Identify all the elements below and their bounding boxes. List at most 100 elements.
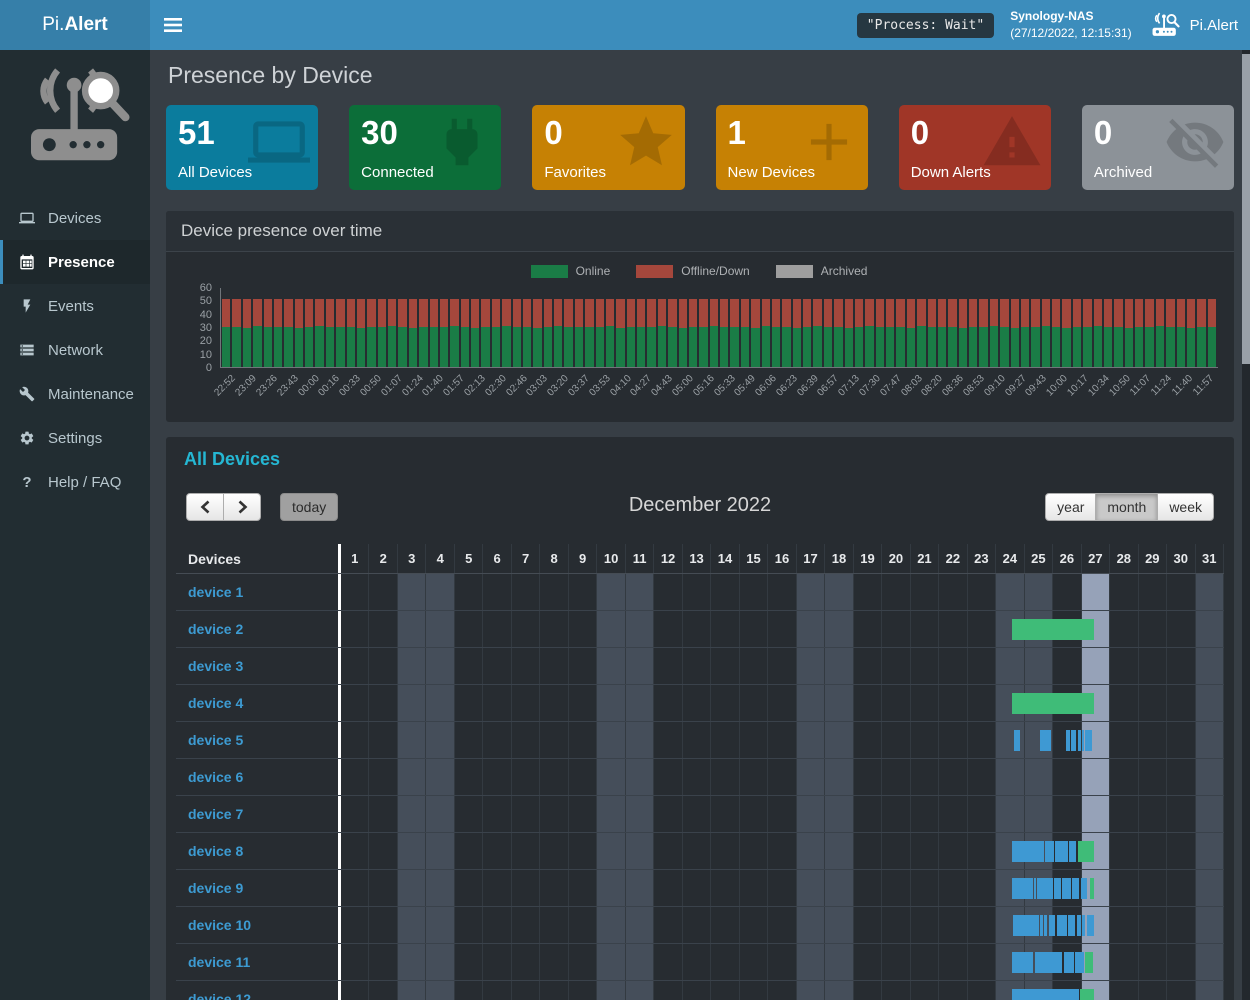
y-tick-label: 0 [206, 362, 212, 374]
legend-swatch [531, 265, 568, 278]
legend-item-archived[interactable]: Archived [776, 264, 868, 278]
device-link[interactable]: device 10 [188, 917, 251, 933]
infobox-all-devices[interactable]: 51All Devices [166, 105, 318, 190]
day-cell [540, 611, 568, 647]
day-cell [1110, 981, 1138, 1000]
page-scrollbar[interactable] [1242, 50, 1250, 1000]
day-cell [768, 685, 796, 721]
day-cell [1110, 648, 1138, 684]
day-cell [797, 981, 825, 1000]
device-link[interactable]: device 1 [188, 584, 243, 600]
device-link[interactable]: device 6 [188, 769, 243, 785]
device-link[interactable]: device 8 [188, 843, 243, 859]
infobox-connected[interactable]: 30Connected [349, 105, 501, 190]
stacked-bar [741, 299, 749, 367]
day-cell [882, 944, 910, 980]
day-cell [483, 907, 511, 943]
legend-item-online[interactable]: Online [531, 264, 611, 278]
device-name-cell: device 6 [176, 759, 338, 795]
stacked-bar [347, 299, 355, 367]
day-cell [426, 796, 454, 832]
scrollbar-thumb[interactable] [1242, 54, 1250, 364]
device-name-cell: device 1 [176, 574, 338, 610]
day-cell [455, 648, 483, 684]
presence-bar [1037, 878, 1053, 899]
day-cell [740, 944, 768, 980]
day-cell [569, 722, 597, 758]
calendar-view-month-button[interactable]: month [1095, 493, 1158, 521]
sidebar-item-devices[interactable]: Devices [0, 196, 150, 240]
day-header-cell: 17 [797, 544, 825, 573]
stacked-bar [544, 299, 552, 367]
calendar-row: device 1 [176, 574, 1224, 611]
brand-logo[interactable]: Pi.Alert [0, 0, 150, 50]
sidebar-item-network[interactable]: Network [0, 328, 150, 372]
stacked-bar [730, 299, 738, 367]
sidebar-item-events[interactable]: Events [0, 284, 150, 328]
presence-bar [1077, 915, 1081, 936]
stacked-bar [305, 299, 313, 367]
host-timestamp: (27/12/2022, 12:15:31) [1010, 25, 1131, 42]
presence-bar [1012, 878, 1033, 899]
day-cell [968, 833, 996, 869]
sidebar-toggle-button[interactable] [150, 0, 196, 50]
question-icon: ? [18, 474, 36, 491]
presence-bar [1071, 730, 1075, 751]
day-cell [683, 648, 711, 684]
device-link[interactable]: device 7 [188, 806, 243, 822]
stacked-bar [616, 299, 624, 367]
device-link[interactable]: device 3 [188, 658, 243, 674]
day-cell [654, 685, 682, 721]
sidebar-item-help-faq[interactable]: ? Help / FAQ [0, 460, 150, 504]
day-cell [740, 722, 768, 758]
presence-bar [1072, 878, 1079, 899]
day-cell [398, 759, 426, 795]
infobox-down-alerts[interactable]: 0Down Alerts [899, 105, 1051, 190]
device-link[interactable]: device 4 [188, 695, 243, 711]
day-cell [426, 833, 454, 869]
day-cell [341, 944, 369, 980]
stacked-bar [699, 299, 707, 367]
day-cell [1196, 981, 1224, 1000]
day-grid [341, 907, 1224, 943]
device-link[interactable]: device 2 [188, 621, 243, 637]
calendar-view-year-button[interactable]: year [1045, 493, 1096, 521]
infobox-new-devices[interactable]: 1New Devices [716, 105, 868, 190]
sidebar-item-label: Help / FAQ [48, 474, 121, 491]
brand-alert: Alert [64, 14, 107, 36]
device-name-cell: device 4 [176, 685, 338, 721]
day-cell [369, 981, 397, 1000]
sidebar-item-maintenance[interactable]: Maintenance [0, 372, 150, 416]
day-cell [540, 796, 568, 832]
legend-item-offline-down[interactable]: Offline/Down [636, 264, 749, 278]
day-cell [825, 981, 853, 1000]
sidebar-item-settings[interactable]: Settings [0, 416, 150, 460]
stacked-bar [554, 299, 562, 367]
day-cell [1139, 685, 1167, 721]
device-link[interactable]: device 11 [188, 954, 250, 970]
device-link[interactable]: device 5 [188, 732, 243, 748]
day-cell [854, 944, 882, 980]
day-cell [968, 944, 996, 980]
presence-calendar-table: Devices123456789101112131415161718192021… [176, 544, 1224, 1000]
infobox-favorites[interactable]: 0Favorites [532, 105, 684, 190]
day-cell [1082, 574, 1110, 610]
day-cell [711, 796, 739, 832]
presence-bar [1014, 730, 1020, 751]
day-cell [939, 944, 967, 980]
device-link[interactable]: device 9 [188, 880, 243, 896]
day-cell [483, 574, 511, 610]
gear-icon [18, 430, 36, 446]
day-cell [939, 833, 967, 869]
day-cell [426, 907, 454, 943]
day-cell [683, 574, 711, 610]
device-link[interactable]: device 12 [188, 991, 251, 1000]
stacked-bar [1094, 299, 1102, 367]
calendar-view-week-button[interactable]: week [1157, 493, 1214, 521]
chart-panel-title: Device presence over time [166, 211, 1234, 252]
day-cell [683, 944, 711, 980]
sidebar-item-presence[interactable]: Presence [0, 240, 150, 284]
day-cell [1110, 796, 1138, 832]
stacked-bar [647, 299, 655, 367]
infobox-archived[interactable]: 0Archived [1082, 105, 1234, 190]
